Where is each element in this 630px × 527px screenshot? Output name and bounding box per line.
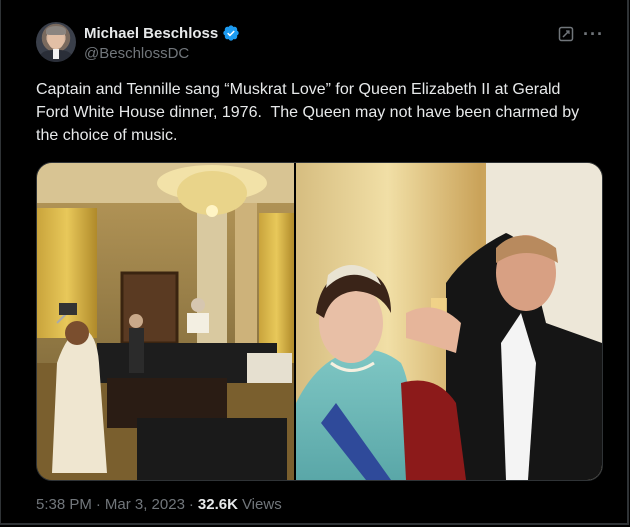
author-name-row[interactable]: Michael Beschloss: [84, 24, 240, 42]
views-label: Views: [241, 496, 282, 513]
grok-icon[interactable]: [558, 26, 574, 42]
photo-queen-ford-toast[interactable]: [296, 163, 602, 480]
photo-captain-tennille[interactable]: [37, 163, 296, 480]
verified-badge-icon: [223, 25, 239, 41]
tweet-time[interactable]: 5:38 PM: [36, 496, 92, 513]
views-count: 32.6K: [197, 496, 238, 513]
tweet-date[interactable]: Mar 3, 2023: [105, 496, 185, 513]
display-name[interactable]: Michael Beschloss: [84, 25, 218, 42]
tweet-meta: 5:38 PM · Mar 3, 2023 · 32.6K Views: [36, 496, 282, 513]
tweet-text: Captain and Tennille sang “Muskrat Love”…: [36, 81, 584, 144]
meta-separator: ·: [188, 496, 194, 513]
tweet-media[interactable]: [36, 162, 603, 481]
tweet[interactable]: Michael Beschloss @BeschlossDC ··· Capta…: [0, 0, 630, 527]
meta-separator: ·: [95, 496, 101, 513]
handle[interactable]: @BeschlossDC: [84, 45, 189, 62]
avatar[interactable]: [36, 22, 76, 62]
more-icon[interactable]: ···: [583, 24, 604, 45]
